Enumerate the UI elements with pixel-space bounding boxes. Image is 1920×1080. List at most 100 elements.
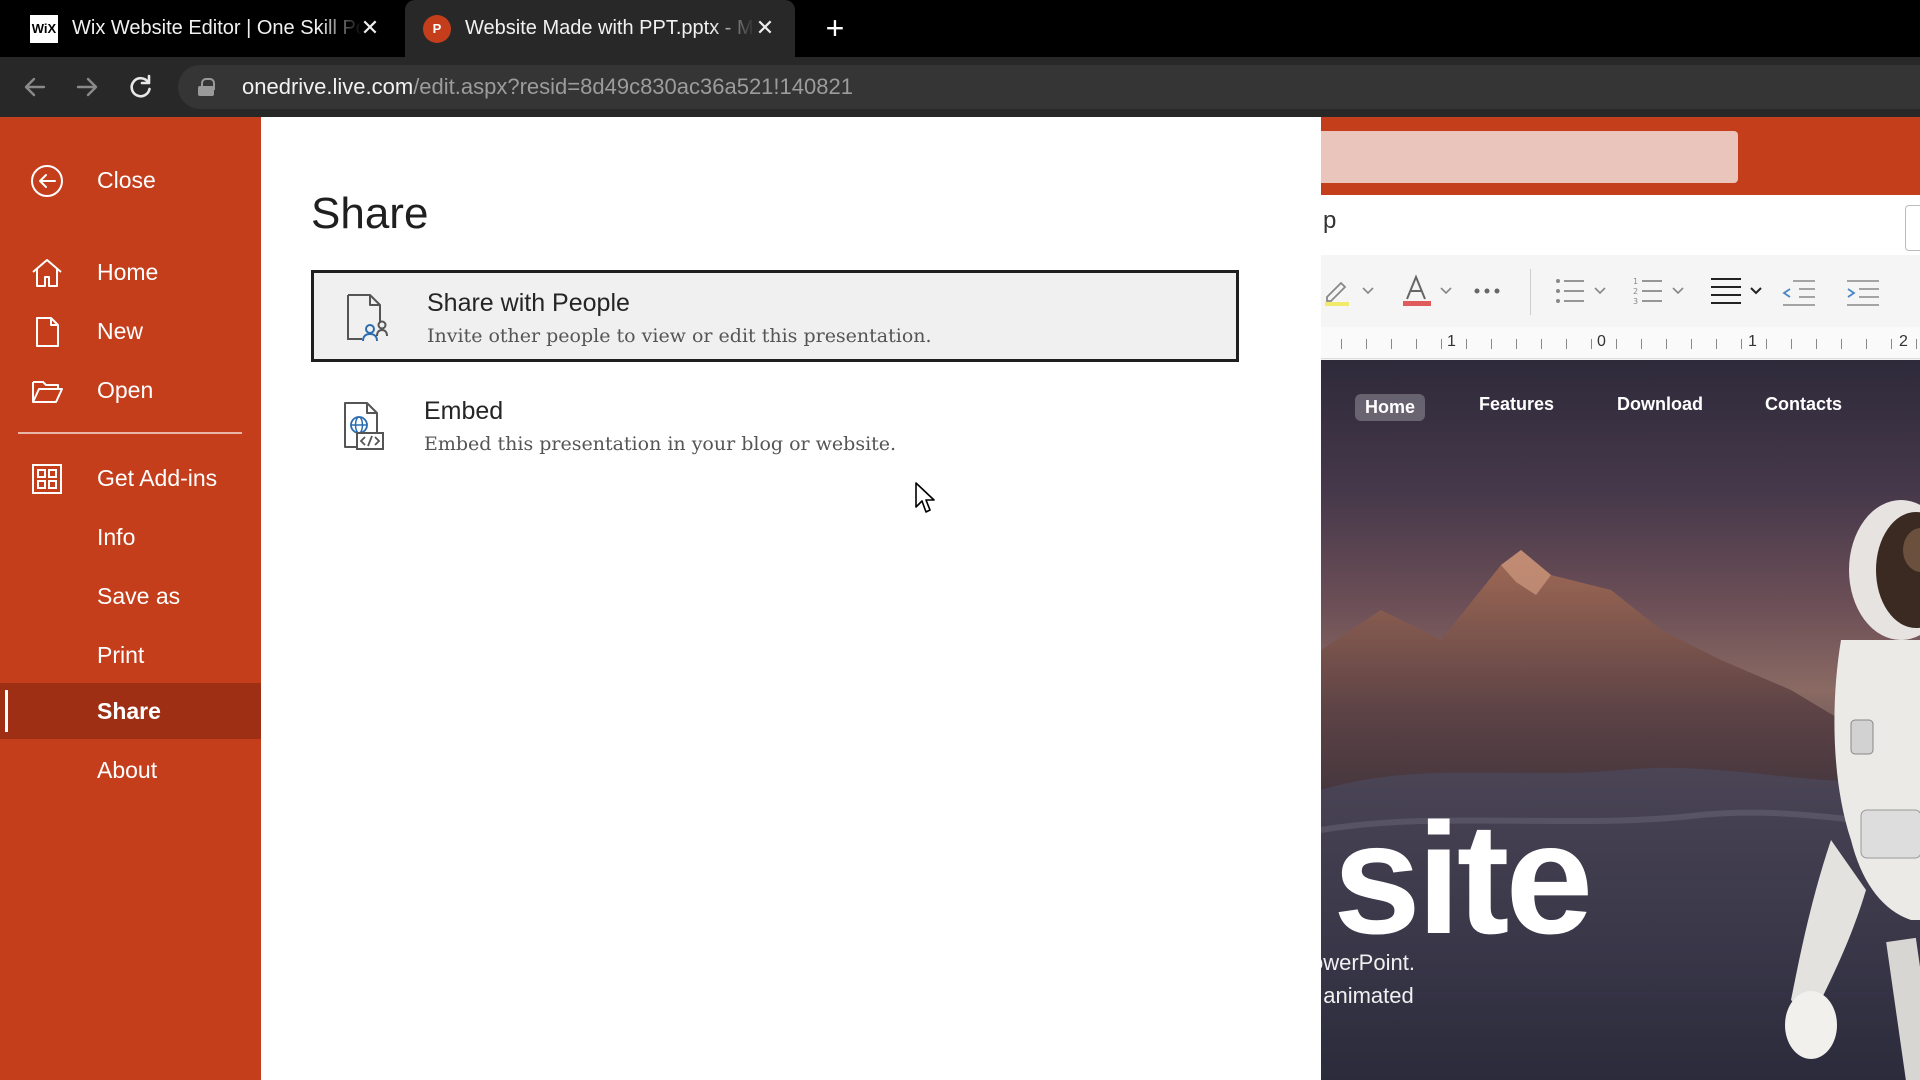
add-ins-icon — [32, 464, 62, 494]
browser-address-bar: onedrive.live.com/edit.aspx?resid=8d49c8… — [0, 57, 1920, 117]
backstage-sidebar: Close Home New Open Get Add-ins Info Sav… — [0, 117, 261, 1080]
url-host: onedrive.live.com — [242, 74, 414, 99]
sidebar-item-label: Share — [97, 697, 161, 724]
slide-nav-home: Home — [1355, 394, 1426, 421]
increase-indent-icon[interactable] — [1845, 275, 1881, 307]
sidebar-item-save-as[interactable]: Save as — [0, 568, 261, 624]
ruler-tick — [1916, 339, 1917, 349]
ruler-tick — [1516, 339, 1517, 349]
ruler-tick — [1491, 339, 1492, 349]
ribbon-tab-fragment[interactable]: p — [1323, 207, 1336, 235]
decrease-indent-icon[interactable] — [1781, 275, 1817, 307]
embed-icon — [344, 402, 384, 450]
svg-text:2: 2 — [1633, 287, 1638, 296]
font-color-icon[interactable] — [1401, 275, 1457, 307]
ruler-tick — [1441, 339, 1442, 349]
ruler-tick — [1816, 339, 1817, 349]
tab-title: Website Made with PPT.pptx - M — [465, 17, 754, 39]
search-field[interactable] — [1321, 131, 1738, 183]
sidebar-item-share[interactable]: Share — [0, 683, 261, 739]
ruler-tick — [1691, 339, 1692, 349]
ruler-number: 2 — [1899, 333, 1908, 350]
ruler-tick — [1416, 339, 1417, 349]
url-path: /edit.aspx?resid=8d49c830ac36a521!140821 — [413, 74, 853, 99]
ruler-tick — [1841, 339, 1842, 349]
embed-option[interactable]: Embed Embed this presentation in your bl… — [311, 381, 1239, 473]
option-description: Invite other people to view or edit this… — [427, 325, 932, 347]
align-icon[interactable] — [1709, 275, 1769, 307]
ruler: 1 0 1 2 — [1321, 327, 1920, 359]
powerpoint-favicon-icon: P — [423, 14, 451, 43]
browser-tab-wix[interactable]: WiX Wix Website Editor | One Skill Po ✕ — [0, 0, 400, 57]
sidebar-item-close[interactable]: Close — [0, 152, 261, 208]
page-title: Share — [311, 189, 429, 238]
ribbon-divider — [1530, 269, 1531, 315]
sidebar-item-home[interactable]: Home — [0, 244, 261, 300]
slide-subtext: owerPoint. — [1321, 950, 1415, 975]
ruler-number: 1 — [1748, 333, 1757, 350]
sidebar-item-about[interactable]: About — [0, 742, 261, 798]
option-title: Embed — [424, 397, 504, 425]
back-arrow-icon[interactable] — [18, 70, 52, 104]
forward-arrow-icon[interactable] — [70, 70, 104, 104]
close-tab-icon[interactable]: ✕ — [356, 14, 384, 42]
slide-subtext: , animated — [1321, 983, 1414, 1008]
share-with-people-option[interactable]: Share with People Invite other people to… — [311, 270, 1239, 362]
sidebar-item-info[interactable]: Info — [0, 509, 261, 565]
sidebar-item-label: Close — [97, 166, 156, 193]
sidebar-item-label: Home — [97, 258, 159, 285]
sidebar-item-new[interactable]: New — [0, 303, 261, 359]
ruler-number: 0 — [1597, 333, 1606, 350]
url-field[interactable]: onedrive.live.com/edit.aspx?resid=8d49c8… — [178, 65, 1920, 109]
more-options-icon[interactable] — [1471, 275, 1505, 307]
ruler-tick — [1466, 339, 1467, 349]
numbering-icon[interactable]: 123 — [1631, 275, 1691, 307]
sidebar-item-label: New — [97, 317, 144, 344]
ruler-tick — [1341, 339, 1342, 349]
browser-tab-bar: WiX Wix Website Editor | One Skill Po ✕ … — [0, 0, 1920, 57]
slide-canvas[interactable]: Home Features Download Contacts site owe… — [1321, 360, 1920, 1080]
ruler-tick — [1766, 339, 1767, 349]
highlighter-icon[interactable] — [1323, 275, 1379, 307]
sidebar-item-label: Get Add-ins — [97, 464, 218, 491]
svg-text:3: 3 — [1633, 297, 1638, 306]
slide-nav-features: Features — [1479, 394, 1555, 414]
sidebar-item-get-add-ins[interactable]: Get Add-ins — [0, 450, 261, 506]
ruler-tick — [1791, 339, 1792, 349]
ruler-tick — [1891, 339, 1892, 349]
ruler-tick — [1666, 339, 1667, 349]
ruler-tick — [1591, 339, 1592, 349]
sidebar-item-print[interactable]: Print — [0, 627, 261, 683]
new-tab-icon[interactable]: + — [818, 12, 852, 46]
back-arrow-icon — [31, 165, 63, 197]
lock-icon — [198, 78, 215, 96]
slide-nav-contacts: Contacts — [1765, 394, 1843, 414]
browser-tab-powerpoint[interactable]: P Website Made with PPT.pptx - M ✕ — [405, 0, 795, 57]
ruler-tick — [1566, 339, 1567, 349]
ruler-tick — [1641, 339, 1642, 349]
ruler-number: 1 — [1447, 333, 1456, 350]
tab-title: Wix Website Editor | One Skill Po — [72, 17, 362, 39]
close-tab-icon[interactable]: ✕ — [751, 14, 779, 42]
new-document-icon — [36, 317, 59, 347]
reload-icon[interactable] — [123, 70, 157, 104]
option-title: Share with People — [427, 289, 630, 317]
ribbon-mode-button[interactable] — [1905, 205, 1920, 251]
sidebar-item-label: Save as — [97, 582, 181, 609]
share-people-icon — [347, 294, 388, 342]
svg-text:1: 1 — [1633, 277, 1638, 286]
sidebar-item-label: Info — [97, 523, 136, 550]
home-icon — [32, 259, 62, 287]
sidebar-item-label: Print — [97, 641, 145, 668]
ruler-tick — [1391, 339, 1392, 349]
bullets-icon[interactable] — [1553, 275, 1613, 307]
mouse-cursor-icon — [915, 482, 935, 513]
share-panel: Share Share with People Invite other peo… — [261, 117, 1321, 1080]
powerpoint-editor-background: p 123 1 0 1 2 Home Features Download Con… — [1321, 117, 1920, 1080]
sidebar-item-label: About — [97, 756, 158, 783]
astronaut-image — [1785, 500, 1920, 1080]
slide-nav-download: Download — [1617, 394, 1703, 414]
slide-headline: site — [1333, 791, 1593, 967]
sidebar-item-open[interactable]: Open — [0, 362, 261, 418]
wix-favicon-icon: WiX — [30, 14, 58, 43]
